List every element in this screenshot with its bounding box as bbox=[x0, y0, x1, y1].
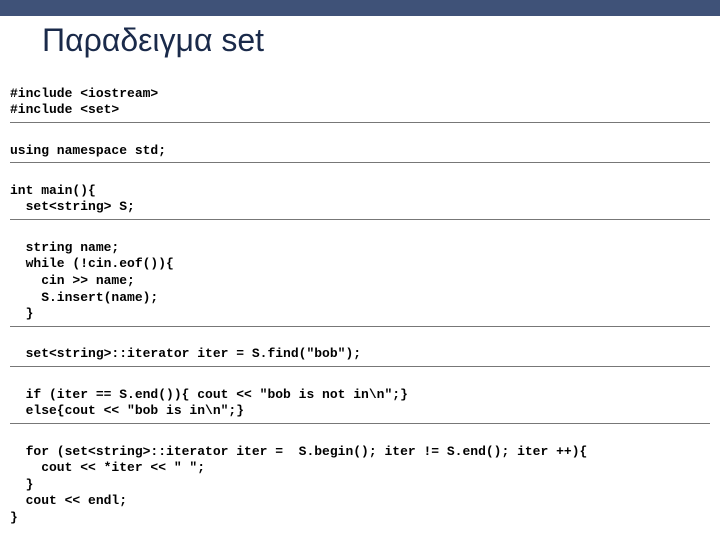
code-line: string name; bbox=[10, 240, 119, 255]
code-line: } bbox=[10, 477, 33, 492]
code-line: cout << *iter << " "; bbox=[10, 460, 205, 475]
code-line: using namespace std; bbox=[10, 143, 166, 158]
separator bbox=[10, 366, 710, 367]
separator bbox=[10, 423, 710, 424]
slide-title: Παραδειγμα set bbox=[0, 16, 720, 69]
code-line: #include <set> bbox=[10, 102, 119, 117]
separator bbox=[10, 122, 710, 123]
separator bbox=[10, 219, 710, 220]
code-line: #include <iostream> bbox=[10, 86, 158, 101]
code-line: } bbox=[10, 306, 33, 321]
code-line: cout << endl; bbox=[10, 493, 127, 508]
code-line: } bbox=[10, 510, 18, 525]
code-line: for (set<string>::iterator iter = S.begi… bbox=[10, 444, 587, 459]
code-block: #include <iostream> #include <set> using… bbox=[0, 69, 720, 527]
code-line: while (!cin.eof()){ bbox=[10, 256, 174, 271]
code-line: S.insert(name); bbox=[10, 290, 158, 305]
code-line: set<string> S; bbox=[10, 199, 135, 214]
separator bbox=[10, 162, 710, 163]
slide-accent-bar bbox=[0, 0, 720, 16]
code-line: if (iter == S.end()){ cout << "bob is no… bbox=[10, 387, 408, 402]
separator bbox=[10, 326, 710, 327]
code-line: cin >> name; bbox=[10, 273, 135, 288]
code-line: set<string>::iterator iter = S.find("bob… bbox=[10, 346, 361, 361]
code-line: else{cout << "bob is in\n";} bbox=[10, 403, 244, 418]
code-line: int main(){ bbox=[10, 183, 96, 198]
